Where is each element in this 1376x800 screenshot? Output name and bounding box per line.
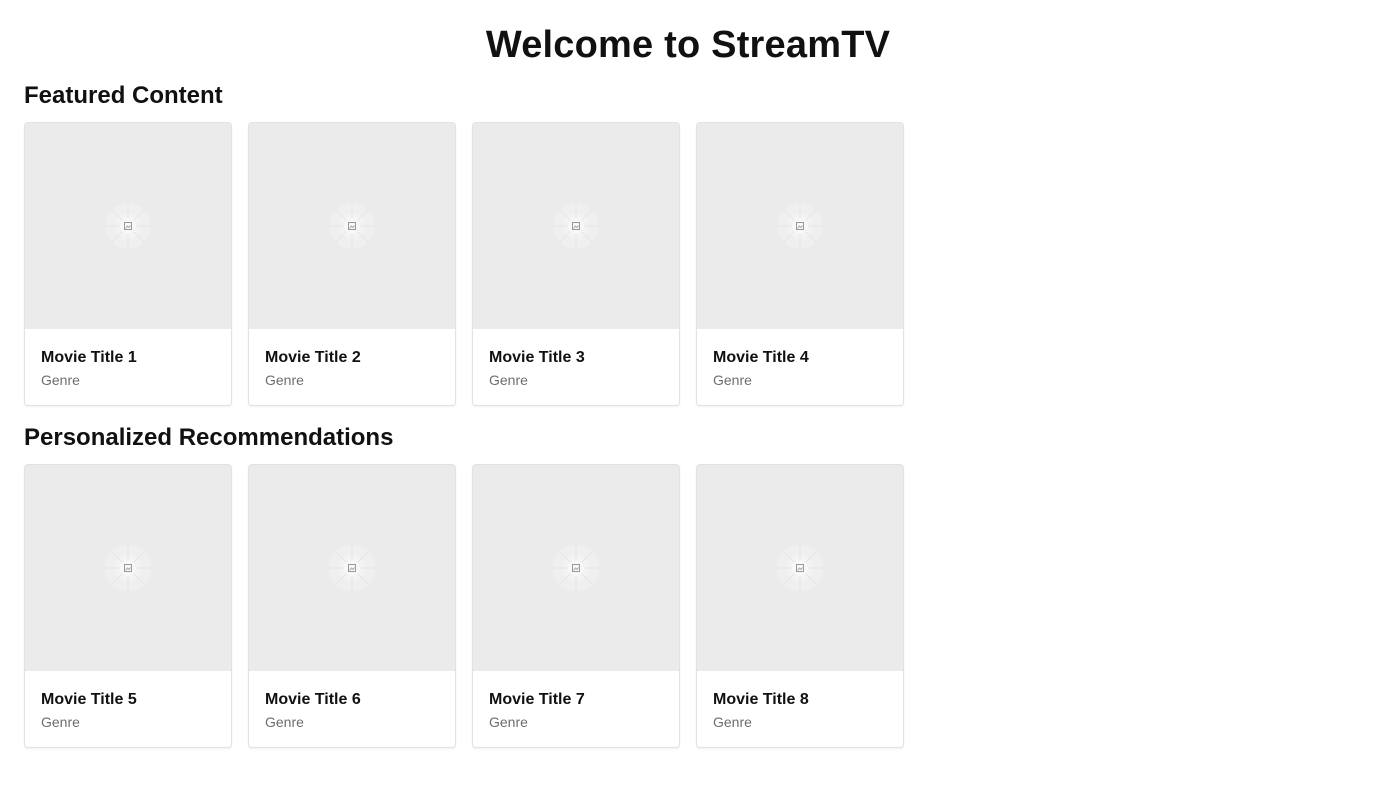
movie-thumbnail — [249, 123, 455, 329]
movie-thumbnail — [25, 465, 231, 671]
movie-card[interactable]: Movie Title 1 Genre — [24, 122, 232, 406]
page-title: Welcome to StreamTV — [485, 24, 891, 66]
movie-card[interactable]: Movie Title 8 Genre — [696, 464, 904, 748]
image-placeholder-icon — [553, 203, 599, 249]
image-placeholder-icon — [777, 545, 823, 591]
movie-thumbnail — [697, 465, 903, 671]
movie-genre: Genre — [489, 714, 528, 730]
page: Welcome to StreamTV Featured Content Mov… — [0, 0, 1376, 800]
movie-genre: Genre — [41, 372, 80, 388]
movie-title: Movie Title 4 — [713, 349, 809, 366]
movie-card[interactable]: Movie Title 2 Genre — [248, 122, 456, 406]
movie-genre: Genre — [713, 714, 752, 730]
featured-grid: Movie Title 1 Genre Movie Title 2 Genre … — [24, 122, 1352, 406]
movie-genre: Genre — [41, 714, 80, 730]
movie-thumbnail — [249, 465, 455, 671]
movie-title: Movie Title 7 — [489, 691, 585, 708]
recommendations-grid: Movie Title 5 Genre Movie Title 6 Genre … — [24, 464, 1352, 748]
movie-thumbnail — [473, 465, 679, 671]
movie-card[interactable]: Movie Title 5 Genre — [24, 464, 232, 748]
movie-thumbnail — [473, 123, 679, 329]
movie-genre: Genre — [265, 714, 304, 730]
movie-card[interactable]: Movie Title 4 Genre — [696, 122, 904, 406]
movie-card[interactable]: Movie Title 7 Genre — [472, 464, 680, 748]
image-placeholder-icon — [329, 545, 375, 591]
movie-title: Movie Title 3 — [489, 349, 585, 366]
movie-title: Movie Title 2 — [265, 349, 361, 366]
image-placeholder-icon — [105, 545, 151, 591]
movie-genre: Genre — [489, 372, 528, 388]
movie-title: Movie Title 1 — [41, 349, 137, 366]
section-title-featured: Featured Content — [24, 82, 223, 109]
movie-thumbnail — [25, 123, 231, 329]
image-placeholder-icon — [105, 203, 151, 249]
image-placeholder-icon — [777, 203, 823, 249]
movie-thumbnail — [697, 123, 903, 329]
movie-card[interactable]: Movie Title 3 Genre — [472, 122, 680, 406]
movie-title: Movie Title 8 — [713, 691, 809, 708]
movie-title: Movie Title 6 — [265, 691, 361, 708]
image-placeholder-icon — [553, 545, 599, 591]
movie-genre: Genre — [265, 372, 304, 388]
movie-title: Movie Title 5 — [41, 691, 137, 708]
image-placeholder-icon — [329, 203, 375, 249]
movie-card[interactable]: Movie Title 6 Genre — [248, 464, 456, 748]
section-title-recommendations: Personalized Recommendations — [24, 424, 394, 451]
movie-genre: Genre — [713, 372, 752, 388]
